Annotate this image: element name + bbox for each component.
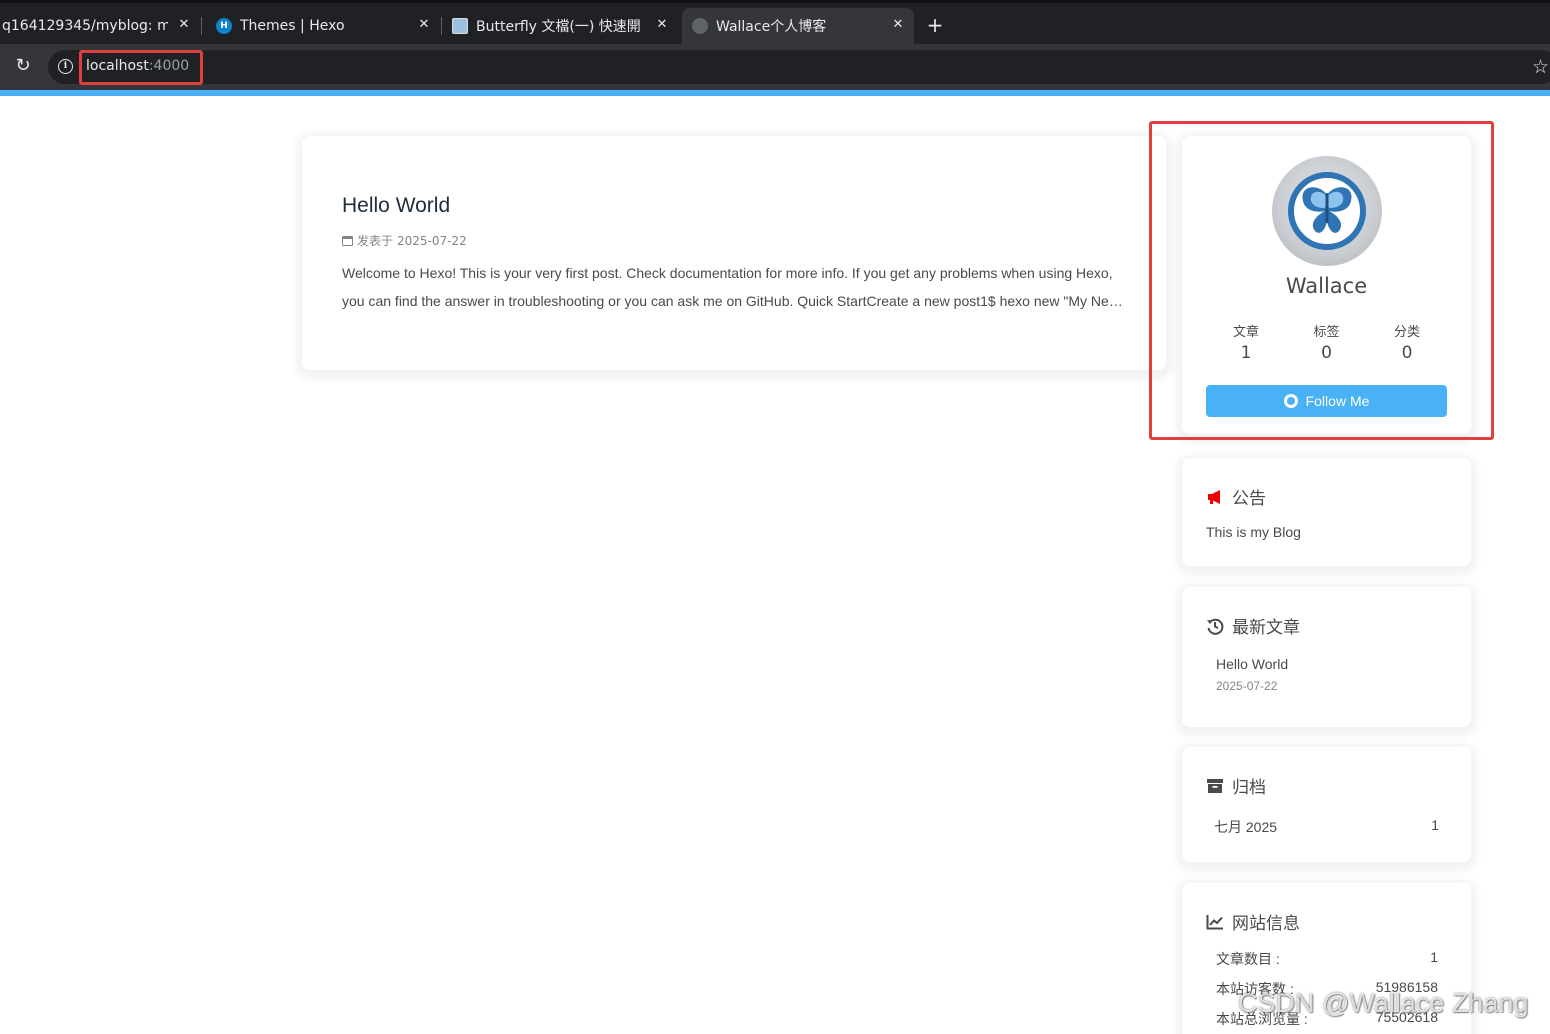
hexo-icon: H [216, 18, 232, 34]
site-info-label: 文章数目 : [1216, 951, 1280, 967]
recent-posts-title: 最新文章 [1232, 618, 1300, 638]
archive-box-icon [1207, 778, 1223, 793]
tab-github[interactable]: q164129345/myblog: my ✕ [0, 8, 202, 44]
tab-hexo-themes[interactable]: H Themes | Hexo ✕ [204, 8, 442, 44]
tab-close-icon[interactable]: ✕ [654, 17, 670, 33]
site-info-row: 文章数目 : 1 [1216, 949, 1438, 969]
tab-strip: q164129345/myblog: my ✕ H Themes | Hexo … [0, 0, 1550, 44]
tab-separator [201, 17, 202, 35]
post-card: Hello World 发表于 2025-07-22 Welcome to He… [302, 136, 1166, 370]
megaphone-icon [1208, 489, 1220, 504]
history-icon [1207, 618, 1224, 635]
tab-close-icon[interactable]: ✕ [890, 17, 906, 33]
post-title[interactable]: Hello World [342, 194, 450, 218]
recent-post-date: 2025-07-22 [1216, 679, 1278, 693]
tab-close-icon[interactable]: ✕ [176, 17, 192, 33]
url-highlight-box [79, 50, 203, 85]
archive-heading: 归档 [1206, 773, 1266, 798]
announcement-text: This is my Blog [1206, 524, 1301, 540]
tab-butterfly-docs[interactable]: Butterfly 文檔(一) 快速開 ✕ [444, 8, 678, 44]
post-excerpt-line: Welcome to Hexo! This is your very first… [342, 265, 1113, 281]
post-excerpt-line: you can find the answer in troubleshooti… [342, 293, 1132, 309]
tab-wallace-blog[interactable]: Wallace个人博客 ✕ [682, 8, 914, 44]
globe-icon [692, 18, 708, 34]
site-info-heading: 网站信息 [1206, 909, 1300, 934]
announcement-heading: 公告 [1206, 484, 1266, 509]
archive-count: 1 [1431, 817, 1439, 833]
tab-separator [441, 17, 442, 35]
calendar-icon [342, 235, 353, 246]
archive-card: 归档 七月 2025 1 [1182, 747, 1471, 862]
tab-title: Themes | Hexo [240, 18, 345, 34]
post-meta-label: 发表于 [357, 234, 394, 248]
butterfly-icon [452, 18, 468, 34]
info-icon[interactable]: i [58, 59, 73, 74]
bookmark-star-icon[interactable]: ☆ [1532, 56, 1549, 78]
site-info-value: 1 [1430, 949, 1438, 965]
announcement-title: 公告 [1232, 489, 1266, 509]
reload-icon[interactable]: ↻ [12, 55, 34, 77]
line-chart-icon [1206, 914, 1223, 929]
post-excerpt: Welcome to Hexo! This is your very first… [342, 259, 1132, 315]
recent-post-link[interactable]: Hello World [1216, 656, 1288, 672]
browser-toolbar: ↻ i localhost:4000 ☆ [0, 44, 1550, 90]
new-tab-button[interactable]: + [925, 14, 945, 36]
address-bar[interactable]: i localhost:4000 ☆ [48, 50, 1550, 84]
archive-item[interactable]: 七月 2025 1 [1214, 817, 1439, 837]
author-highlight-box [1149, 121, 1494, 440]
post-date: 2025-07-22 [397, 233, 467, 248]
tab-title: Butterfly 文檔(一) 快速開 [476, 19, 641, 35]
post-meta: 发表于 2025-07-22 [342, 232, 467, 249]
recent-posts-heading: 最新文章 [1206, 613, 1300, 638]
site-info-title: 网站信息 [1232, 914, 1300, 934]
tab-close-icon[interactable]: ✕ [416, 17, 432, 33]
csdn-watermark: CSDN @Wallace Zhang [1238, 988, 1529, 1018]
page-header-bar [0, 90, 1550, 96]
tab-title: Wallace个人博客 [716, 19, 827, 35]
archive-title: 归档 [1232, 778, 1266, 798]
tab-title: q164129345/myblog: my [2, 18, 168, 34]
recent-posts-card: 最新文章 Hello World 2025-07-22 [1182, 587, 1471, 727]
announcement-card: 公告 This is my Blog [1182, 458, 1471, 566]
archive-month: 七月 2025 [1214, 819, 1278, 835]
